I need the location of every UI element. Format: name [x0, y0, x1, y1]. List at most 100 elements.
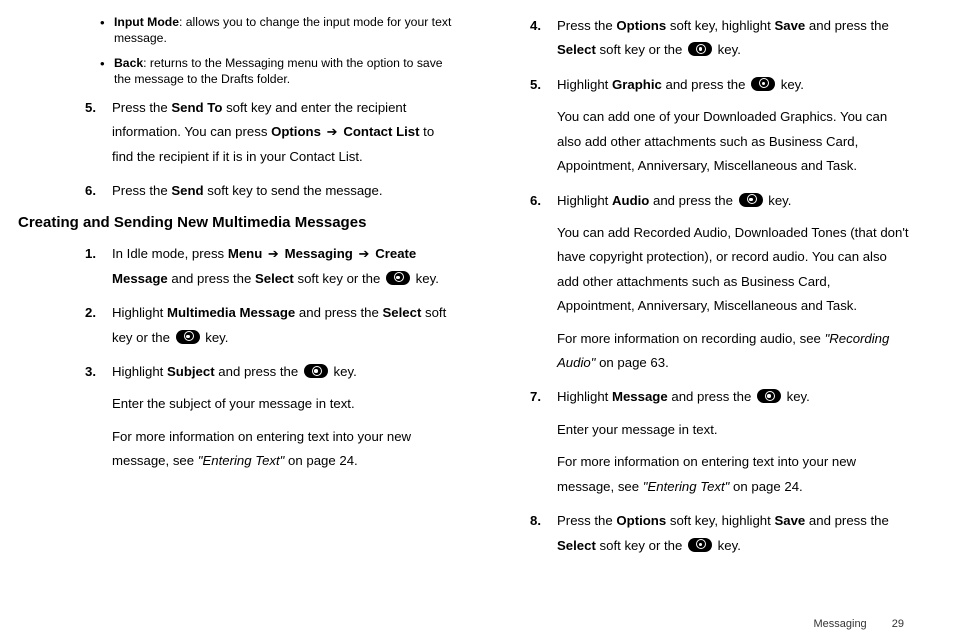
text: key.: [783, 389, 810, 404]
step-number: 6.: [501, 189, 557, 376]
text: on page 24.: [729, 479, 802, 494]
ok-key-icon: [688, 538, 712, 552]
italic-ref: "Entering Text": [198, 453, 285, 468]
paragraph: You can add one of your Downloaded Graph…: [557, 105, 910, 178]
text: on page 63.: [595, 355, 668, 370]
page-footer: Messaging 29: [813, 618, 904, 630]
bold: Contact List: [343, 124, 419, 139]
footer-section: Messaging: [813, 618, 866, 630]
text: Highlight: [557, 77, 612, 92]
bold: Multimedia Message: [167, 305, 295, 320]
mstep-2: 2. Highlight Multimedia Message and pres…: [44, 301, 453, 350]
step-number: 7.: [501, 385, 557, 499]
paragraph: For more information on entering text in…: [557, 450, 910, 499]
step-number: 3.: [56, 360, 112, 474]
bold: Select: [382, 305, 421, 320]
bullet-label: Back: [114, 56, 143, 70]
text: Press the: [557, 18, 616, 33]
ok-key-icon: [304, 364, 328, 378]
bold: Select: [557, 538, 596, 553]
text: and press the: [649, 193, 736, 208]
paragraph: For more information on entering text in…: [112, 425, 453, 474]
text: and press the: [668, 389, 755, 404]
text: soft key to send the message.: [204, 183, 383, 198]
bullet-body: Input Mode: allows you to change the inp…: [114, 14, 453, 47]
paragraph: Enter the subject of your message in tex…: [112, 392, 453, 416]
bullet-input-mode: • Input Mode: allows you to change the i…: [44, 14, 453, 47]
step-body: In Idle mode, press Menu ➔ Messaging ➔ C…: [112, 242, 453, 291]
bold: Select: [557, 42, 596, 57]
mstep-7: 7. Highlight Message and press the key. …: [501, 385, 910, 499]
page: • Input Mode: allows you to change the i…: [0, 0, 954, 636]
bold: Save: [774, 18, 805, 33]
text: Highlight: [557, 193, 612, 208]
bold: Subject: [167, 364, 215, 379]
text: key.: [330, 364, 357, 379]
text: and press the: [805, 18, 889, 33]
bullet-label: Input Mode: [114, 15, 179, 29]
step-body: Highlight Graphic and press the key. You…: [557, 73, 910, 179]
step-body: Press the Send To soft key and enter the…: [112, 96, 453, 169]
bullet-body: Back: returns to the Messaging menu with…: [114, 55, 453, 88]
step-number: 5.: [501, 73, 557, 179]
left-column: • Input Mode: allows you to change the i…: [44, 14, 453, 636]
text: For more information on recording audio,…: [557, 331, 825, 346]
ok-key-icon: [386, 271, 410, 285]
text: Highlight: [557, 389, 612, 404]
text: and press the: [168, 271, 255, 286]
bold: Select: [255, 271, 294, 286]
text: key.: [777, 77, 804, 92]
text: Press the: [112, 100, 171, 115]
mstep-1: 1. In Idle mode, press Menu ➔ Messaging …: [44, 242, 453, 291]
step-body: Highlight Audio and press the key. You c…: [557, 189, 910, 376]
text: and press the: [662, 77, 749, 92]
step-body: Highlight Message and press the key. Ent…: [557, 385, 910, 499]
step-body: Highlight Multimedia Message and press t…: [112, 301, 453, 350]
right-column: 4. Press the Options soft key, highlight…: [501, 14, 910, 636]
mstep-3: 3. Highlight Subject and press the key. …: [44, 360, 453, 474]
ok-key-icon: [739, 193, 763, 207]
text: soft key or the: [294, 271, 384, 286]
bold: Options: [616, 513, 666, 528]
text: on page 24.: [284, 453, 357, 468]
arrow-icon: ➔: [262, 246, 284, 261]
section-heading: Creating and Sending New Multimedia Mess…: [18, 214, 453, 233]
bold: Save: [774, 513, 805, 528]
bullet-back: • Back: returns to the Messaging menu wi…: [44, 55, 453, 88]
text: and press the: [295, 305, 382, 320]
text: and press the: [215, 364, 302, 379]
step-number: 5.: [56, 96, 112, 169]
mstep-4: 4. Press the Options soft key, highlight…: [501, 14, 910, 63]
mstep-5: 5. Highlight Graphic and press the key. …: [501, 73, 910, 179]
text: Press the: [557, 513, 616, 528]
bold: Send To: [171, 100, 222, 115]
bullet-mark: •: [100, 55, 114, 88]
bold: Messaging: [285, 246, 353, 261]
bold: Send: [171, 183, 203, 198]
text: soft key or the: [596, 538, 686, 553]
text: key.: [202, 330, 229, 345]
bullet-rest: : returns to the Messaging menu with the…: [114, 56, 443, 86]
text: key.: [412, 271, 439, 286]
bold: Options: [616, 18, 666, 33]
text: soft key, highlight: [666, 513, 774, 528]
text: In Idle mode, press: [112, 246, 228, 261]
step-5: 5. Press the Send To soft key and enter …: [44, 96, 453, 169]
arrow-icon: ➔: [353, 246, 375, 261]
text: key.: [714, 42, 741, 57]
mstep-6: 6. Highlight Audio and press the key. Yo…: [501, 189, 910, 376]
text: Highlight: [112, 364, 167, 379]
bold: Message: [612, 389, 668, 404]
step-number: 6.: [56, 179, 112, 203]
text: Highlight: [112, 305, 167, 320]
step-number: 1.: [56, 242, 112, 291]
step-body: Press the Options soft key, highlight Sa…: [557, 14, 910, 63]
bold: Graphic: [612, 77, 662, 92]
footer-page-number: 29: [892, 618, 904, 630]
step-number: 8.: [501, 509, 557, 558]
mstep-8: 8. Press the Options soft key, highlight…: [501, 509, 910, 558]
ok-key-icon: [688, 42, 712, 56]
text: key.: [714, 538, 741, 553]
step-number: 2.: [56, 301, 112, 350]
text: soft key, highlight: [666, 18, 774, 33]
